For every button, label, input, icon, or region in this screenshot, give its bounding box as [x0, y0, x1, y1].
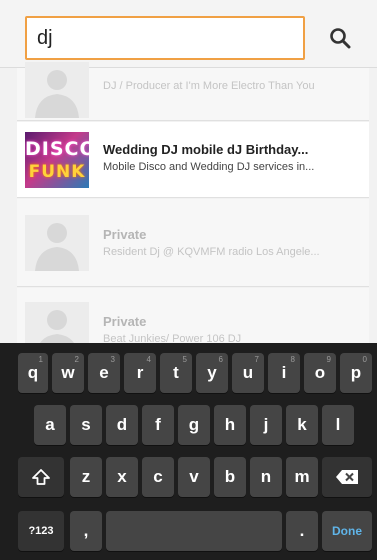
key-l[interactable]: l [322, 405, 354, 445]
backspace-key[interactable] [322, 457, 372, 497]
result-title: Private [103, 314, 147, 329]
key-x[interactable]: x [106, 457, 138, 497]
soft-keyboard: q1 w2 e3 r4 t5 y6 u7 i8 o9 p0 a s d f g … [0, 343, 377, 560]
symbols-key[interactable]: ?123 [18, 511, 64, 551]
search-input[interactable]: dj [25, 16, 305, 60]
search-button[interactable] [318, 18, 362, 58]
shift-icon [32, 469, 50, 485]
key-o[interactable]: o9 [304, 353, 336, 393]
key-i[interactable]: i8 [268, 353, 300, 393]
person-placeholder-icon [25, 215, 89, 271]
avatar [25, 215, 89, 271]
result-subtitle: Resident Dj @ KQVMFM radio Los Angele... [103, 246, 320, 258]
key-v[interactable]: v [178, 457, 210, 497]
key-t[interactable]: t5 [160, 353, 192, 393]
key-a[interactable]: a [34, 405, 66, 445]
avatar-disco-funk: DISCO FUNK [25, 132, 89, 188]
key-e[interactable]: e3 [88, 353, 120, 393]
key-y[interactable]: y6 [196, 353, 228, 393]
key-r[interactable]: r4 [124, 353, 156, 393]
avatar-text-line-2: FUNK [28, 162, 86, 182]
result-item[interactable]: DJ / Producer at I'm More Electro Than Y… [17, 62, 369, 121]
key-k[interactable]: k [286, 405, 318, 445]
key-s[interactable]: s [70, 405, 102, 445]
result-item[interactable]: Private Resident Dj @ KQVMFM radio Los A… [17, 199, 369, 287]
result-title: Private [103, 227, 147, 242]
search-icon [330, 28, 351, 49]
done-key[interactable]: Done [322, 511, 372, 551]
key-g[interactable]: g [178, 405, 210, 445]
key-c[interactable]: c [142, 457, 174, 497]
result-subtitle: DJ / Producer at I'm More Electro Than Y… [103, 80, 315, 92]
key-p[interactable]: p0 [340, 353, 372, 393]
key-d[interactable]: d [106, 405, 138, 445]
key-comma[interactable]: , [70, 511, 102, 551]
key-z[interactable]: z [70, 457, 102, 497]
key-period[interactable]: . [286, 511, 318, 551]
person-placeholder-icon [25, 62, 89, 118]
key-j[interactable]: j [250, 405, 282, 445]
avatar [25, 62, 89, 118]
key-b[interactable]: b [214, 457, 246, 497]
key-u[interactable]: u7 [232, 353, 264, 393]
key-q[interactable]: q1 [18, 353, 48, 393]
result-item[interactable]: Private Beat Junkies/ Power 106 DJ [17, 288, 369, 358]
key-m[interactable]: m [286, 457, 318, 497]
result-item[interactable]: DISCO FUNK Wedding DJ mobile dJ Birthday… [17, 122, 369, 198]
result-title: Wedding DJ mobile dJ Birthday... [103, 142, 309, 157]
shift-key[interactable] [18, 457, 64, 497]
search-bar: dj [0, 0, 377, 68]
backspace-icon [336, 470, 358, 484]
result-subtitle: Mobile Disco and Wedding DJ services in.… [103, 161, 315, 173]
key-w[interactable]: w2 [52, 353, 84, 393]
key-n[interactable]: n [250, 457, 282, 497]
avatar-text-line-1: DISCO [25, 138, 89, 160]
key-h[interactable]: h [214, 405, 246, 445]
space-key[interactable] [106, 511, 282, 551]
key-f[interactable]: f [142, 405, 174, 445]
